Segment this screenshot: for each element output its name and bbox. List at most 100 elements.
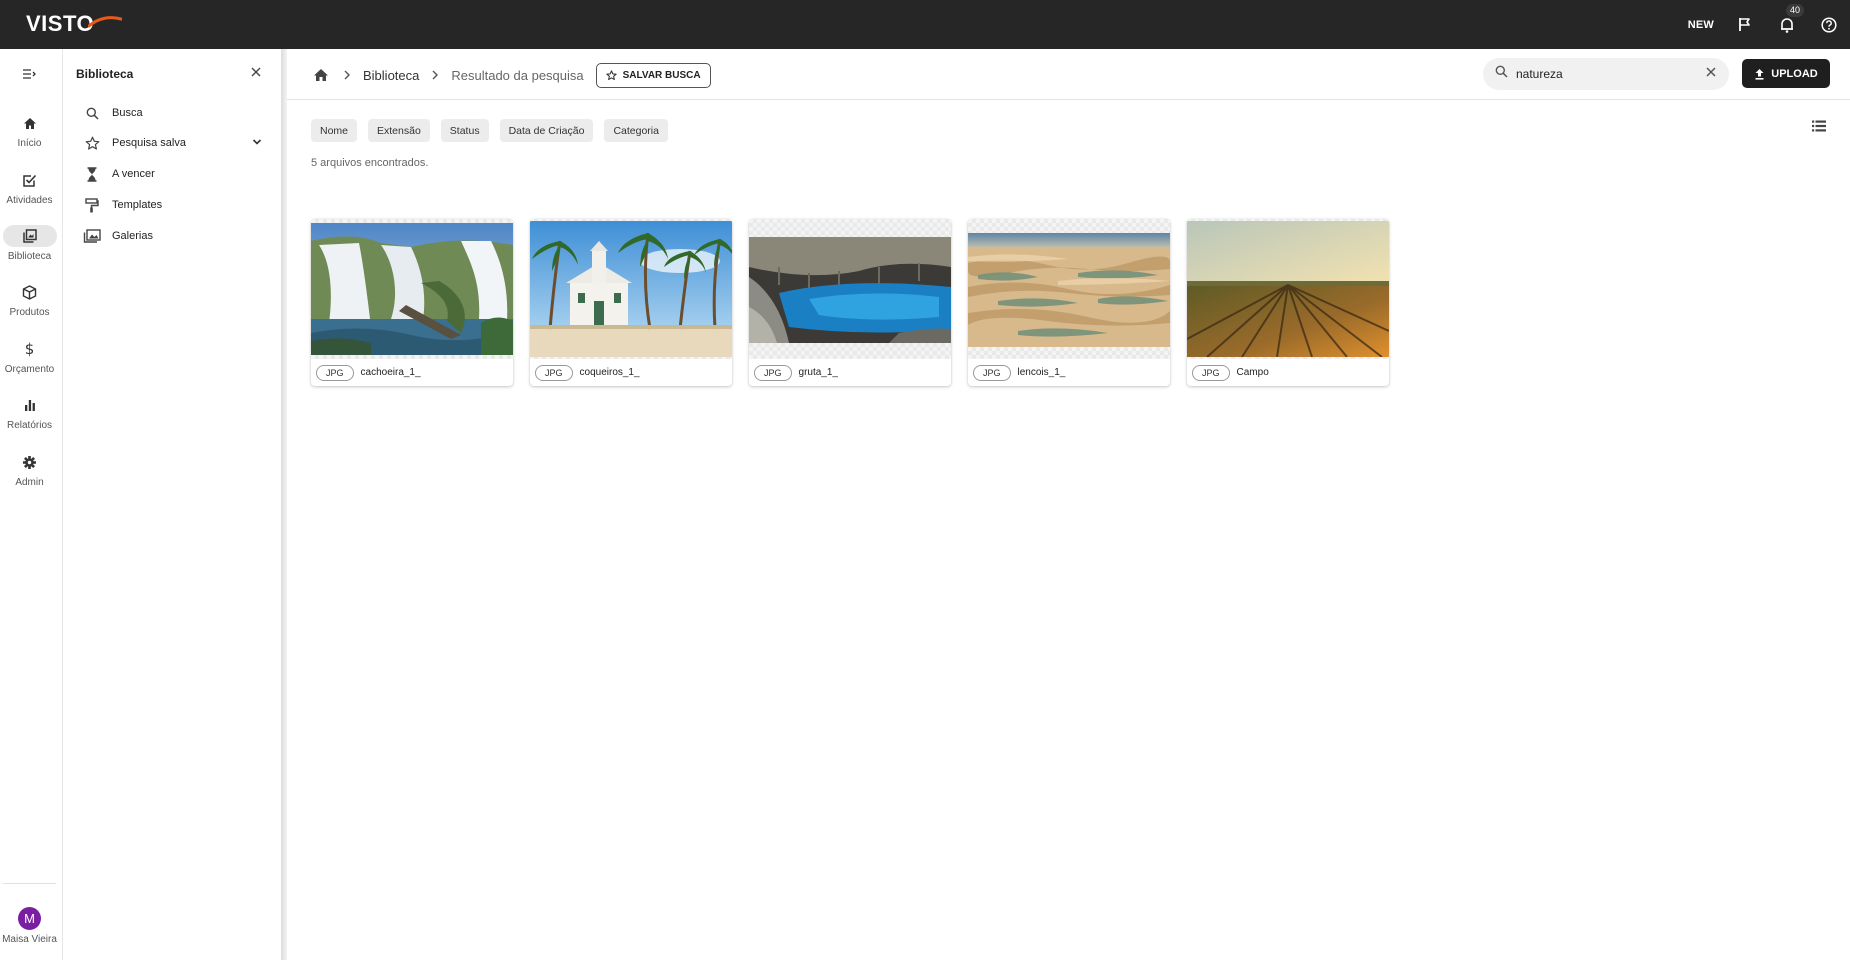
upload-button[interactable]: UPLOAD <box>1742 59 1830 88</box>
bell-icon <box>1781 17 1793 33</box>
search-input[interactable] <box>1516 67 1705 81</box>
filter-chip-extensao[interactable]: Extensão <box>368 119 430 142</box>
file-extension-badge: JPG <box>535 364 573 381</box>
new-button[interactable]: NEW <box>1688 19 1714 31</box>
file-name[interactable]: lencois_1_ <box>1018 367 1066 378</box>
app-logo[interactable]: VISTO <box>26 10 123 38</box>
cave-lake-image <box>749 237 951 343</box>
save-search-label: SALVAR BUSCA <box>622 69 701 81</box>
filter-chip-nome[interactable]: Nome <box>311 119 358 142</box>
star-icon <box>606 69 617 80</box>
rail-label: Orçamento <box>4 364 55 375</box>
file-card[interactable]: JPG Campo <box>1187 219 1389 386</box>
chevron-right-icon <box>343 70 351 80</box>
file-card[interactable]: JPG coqueiros_1_ <box>530 219 732 386</box>
bar-chart-icon <box>3 394 57 416</box>
file-thumbnail[interactable] <box>530 219 732 359</box>
file-card[interactable]: JPG cachoeira_1_ <box>311 219 513 386</box>
file-extension-badge: JPG <box>754 364 792 381</box>
cube-icon <box>3 281 57 303</box>
panel-item-label: Busca <box>112 107 143 119</box>
file-thumbnail[interactable] <box>968 219 1170 359</box>
panel-item-label: Templates <box>112 199 163 211</box>
save-search-button[interactable]: SALVAR BUSCA <box>595 62 711 88</box>
file-card-footer: JPG gruta_1_ <box>749 359 951 386</box>
close-icon[interactable] <box>249 65 263 79</box>
file-name[interactable]: cachoeira_1_ <box>361 367 421 378</box>
search-bar <box>1483 58 1729 90</box>
paint-roller-icon <box>83 196 101 214</box>
rail-item-admin[interactable]: Admin <box>0 451 59 501</box>
list-view-icon[interactable] <box>1811 119 1831 137</box>
top-bar: VISTO NEW 40 <box>0 0 1850 49</box>
clear-search-icon[interactable] <box>1705 65 1717 83</box>
rail-item-atividades[interactable]: Atividades <box>0 169 59 219</box>
rail-label: Atividades <box>6 195 53 206</box>
upload-label: UPLOAD <box>1771 67 1818 80</box>
help-icon[interactable] <box>1818 14 1840 36</box>
notifications-button[interactable]: 40 <box>1776 3 1805 36</box>
panel-item-busca[interactable]: Busca <box>83 102 263 124</box>
main-content: Biblioteca Resultado da pesquisa SALVAR … <box>287 49 1850 960</box>
library-panel: Biblioteca Busca Pesquisa salva A vencer… <box>63 49 281 960</box>
avatar: M <box>18 907 41 930</box>
panel-item-label: A vencer <box>112 168 155 180</box>
panel-item-templates[interactable]: Templates <box>83 194 263 216</box>
rail-label: Biblioteca <box>7 251 52 262</box>
search-icon <box>1495 65 1508 83</box>
collapse-menu-icon[interactable] <box>20 67 40 81</box>
star-icon <box>83 134 101 152</box>
panel-item-pesquisa-salva[interactable]: Pesquisa salva <box>83 132 263 154</box>
file-extension-badge: JPG <box>316 364 354 381</box>
panel-item-galerias[interactable]: Galerias <box>83 225 263 247</box>
panel-item-a-vencer[interactable]: A vencer <box>83 163 263 185</box>
breadcrumb-current: Resultado da pesquisa <box>451 67 584 83</box>
breadcrumb-biblioteca[interactable]: Biblioteca <box>363 68 419 83</box>
notification-count-badge: 40 <box>1786 3 1805 17</box>
file-card[interactable]: JPG gruta_1_ <box>749 219 951 386</box>
file-name[interactable]: gruta_1_ <box>799 367 838 378</box>
filter-chip-status[interactable]: Status <box>440 119 489 142</box>
panel-item-label: Pesquisa salva <box>112 137 186 149</box>
breadcrumb: Biblioteca Resultado da pesquisa SALVAR … <box>313 62 711 88</box>
file-card-footer: JPG lencois_1_ <box>968 359 1170 386</box>
rail-item-biblioteca[interactable]: Biblioteca <box>0 225 59 275</box>
header-divider <box>287 99 1850 100</box>
logo-text: VISTO <box>26 11 95 36</box>
rail-item-produtos[interactable]: Produtos <box>0 281 59 331</box>
file-thumbnail[interactable] <box>311 219 513 359</box>
file-extension-badge: JPG <box>973 364 1011 381</box>
home-icon[interactable] <box>313 66 331 84</box>
file-card[interactable]: JPG lencois_1_ <box>968 219 1170 386</box>
user-name: Maisa Vieira <box>2 934 57 945</box>
top-actions: NEW 40 <box>1688 0 1840 49</box>
filter-chips: Nome Extensão Status Data de Criação Cat… <box>311 119 668 142</box>
flag-icon[interactable] <box>1734 14 1756 36</box>
rail-label: Início <box>17 138 42 149</box>
file-card-footer: JPG Campo <box>1187 359 1389 386</box>
user-profile[interactable]: M Maisa Vieira <box>0 907 59 945</box>
home-icon <box>3 112 57 134</box>
file-extension-badge: JPG <box>1192 364 1230 381</box>
results-count: 5 arquivos encontrados. <box>311 157 429 169</box>
rail-item-relatorios[interactable]: Relatórios <box>0 394 59 444</box>
rail-item-orcamento[interactable]: $ Orçamento <box>0 338 59 388</box>
file-name[interactable]: coqueiros_1_ <box>580 367 640 378</box>
filter-chip-categoria[interactable]: Categoria <box>604 119 668 142</box>
panel-item-label: Galerias <box>112 230 153 242</box>
file-grid: JPG cachoeira_1_ JPG coqueiros_1_ JPG gr… <box>311 219 1389 386</box>
rail-divider <box>3 883 56 884</box>
filter-chip-data-criacao[interactable]: Data de Criação <box>499 119 594 142</box>
checkbox-icon <box>3 169 57 191</box>
gallery-icon <box>83 227 101 245</box>
chevron-down-icon[interactable] <box>251 136 263 151</box>
rail-item-inicio[interactable]: Início <box>0 112 59 162</box>
chevron-right-icon <box>431 70 439 80</box>
file-thumbnail[interactable] <box>749 219 951 359</box>
rail-label: Produtos <box>9 307 50 318</box>
waterfall-image <box>311 223 513 355</box>
dollar-icon: $ <box>24 340 35 358</box>
file-name[interactable]: Campo <box>1237 367 1269 378</box>
gear-icon <box>3 451 57 473</box>
file-thumbnail[interactable] <box>1187 219 1389 359</box>
